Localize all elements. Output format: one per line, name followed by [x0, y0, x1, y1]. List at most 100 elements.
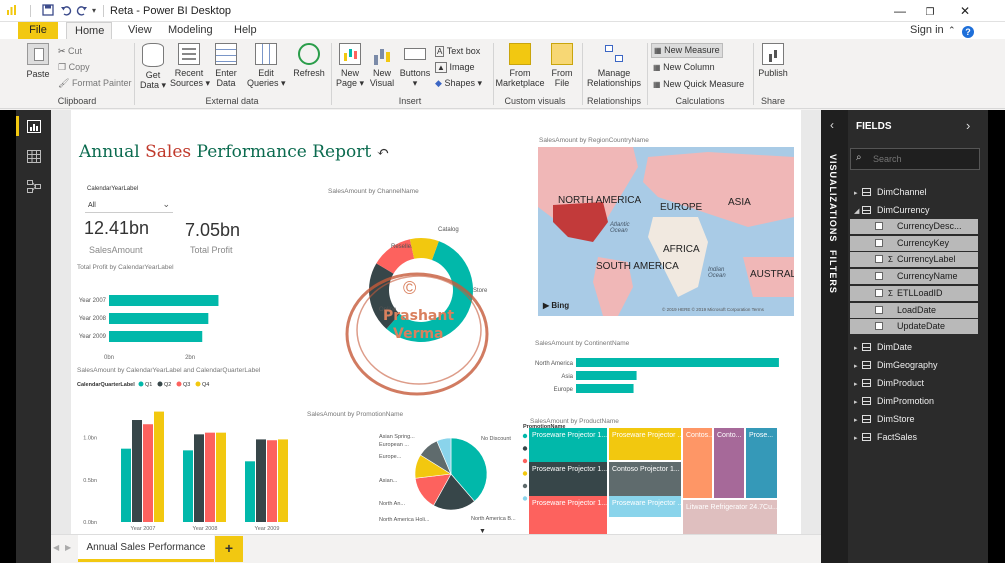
publish-button[interactable]: Publish	[756, 43, 790, 78]
tab-home[interactable]: Home	[66, 22, 112, 39]
field-table-dimdate[interactable]: ▸ DimDate	[848, 339, 988, 355]
back-arrow-icon[interactable]: ↶	[377, 143, 390, 161]
fields-search-box[interactable]: ⌕	[850, 148, 980, 170]
buttons-button[interactable]: Buttons ▾	[398, 43, 432, 88]
product-treemap-tile[interactable]: Proseware Projector 1...	[529, 428, 607, 462]
tab-help[interactable]: Help	[226, 22, 265, 39]
manage-relationships-button[interactable]: Manage Relationships	[585, 43, 643, 88]
cut-button[interactable]: ✂ Cut	[58, 45, 82, 57]
year-slicer-dropdown[interactable]: All ⌄	[85, 198, 173, 213]
field-checkbox[interactable]	[875, 288, 883, 297]
redo-icon[interactable]	[76, 4, 88, 18]
field-checkbox[interactable]	[875, 222, 883, 230]
sign-in-link[interactable]: Sign in	[902, 22, 952, 39]
enter-data-button[interactable]: Enter Data	[211, 43, 241, 88]
field-label: UpdateDate	[897, 321, 946, 332]
visualizations-tab[interactable]: VISUALIZATIONS	[828, 154, 838, 242]
search-input[interactable]	[873, 152, 973, 166]
tab-view[interactable]: View	[120, 22, 160, 39]
slicer-label: CalendarYearLabel	[87, 186, 139, 192]
sales-by-country-map[interactable]: NORTH AMERICA EUROPE ASIA AFRICA SOUTH A…	[538, 147, 794, 316]
field-table-dimstore[interactable]: ▸ DimStore	[848, 411, 988, 427]
from-file-button[interactable]: From File	[548, 43, 576, 88]
field-checkbox[interactable]	[875, 238, 883, 247]
field-table-dimchannel[interactable]: ▸ DimChannel	[848, 184, 988, 200]
product-treemap-tile[interactable]: Proseware Projector 1...	[529, 496, 607, 534]
field-table-dimcurrency[interactable]: ◢ DimCurrency	[848, 202, 988, 218]
sales-by-product-treemap[interactable]: Proseware Projector 1... Proseware Projec…	[529, 428, 779, 534]
enter-data-label: Enter Data	[215, 68, 237, 88]
product-treemap-tile[interactable]: Proseware Projector 1...	[529, 462, 607, 496]
filters-tab[interactable]: FILTERS	[828, 250, 838, 294]
expand-pane-icon[interactable]: ‹	[830, 118, 834, 132]
product-treemap-tile[interactable]: Conto...	[714, 428, 744, 498]
field-table-dimgeography[interactable]: ▸ DimGeography	[848, 357, 988, 373]
new-measure-button[interactable]: ▦ New Measure	[651, 43, 723, 58]
profit-bar-label: Year 2008	[79, 316, 107, 322]
text-box-button[interactable]: A Text box	[435, 45, 480, 58]
image-button[interactable]: ▲ Image	[435, 61, 474, 74]
new-quick-measure-button[interactable]: ▦ New Quick Measure	[653, 78, 744, 91]
tab-scroll-right-icon[interactable]: ▶	[65, 543, 71, 552]
field-table-label: DimDate	[877, 341, 913, 352]
field-currencykey[interactable]: CurrencyKey	[850, 235, 978, 251]
field-currencylabel[interactable]: Σ CurrencyLabel	[850, 252, 978, 268]
data-view-icon[interactable]	[26, 150, 41, 163]
sales-by-continent-chart[interactable]: North America Asia Europe	[526, 355, 796, 400]
format-painter-button[interactable]: 🖌 Format Painter	[58, 77, 131, 89]
new-column-button[interactable]: ▦ New Column	[653, 61, 715, 74]
save-icon[interactable]	[42, 4, 54, 18]
chevron-right-icon: ▸	[854, 190, 858, 197]
product-treemap-tile[interactable]: Proseware Projector ...	[609, 496, 681, 517]
new-visual-label: New Visual	[369, 68, 395, 88]
new-page-button[interactable]: New Page ▾	[335, 43, 365, 88]
field-currencyname[interactable]: CurrencyName	[850, 269, 978, 285]
profit-by-year-chart[interactable]: Year 2007 Year 2008 Year 2009 0bn 2bn	[71, 275, 261, 360]
from-marketplace-button[interactable]: From Marketplace	[495, 43, 545, 88]
field-currencydesc[interactable]: CurrencyDesc...	[850, 219, 978, 234]
shapes-button[interactable]: ◆ Shapes ▾	[435, 77, 482, 89]
field-checkbox[interactable]	[875, 255, 883, 264]
sales-by-year-quarter-chart[interactable]: CalendarQuarterLabel Q1 Q2 Q3 Q4 1.0bn 0.5bn 0.…	[71, 376, 311, 534]
close-button[interactable]: ✕	[945, 0, 985, 22]
refresh-icon	[298, 43, 320, 65]
field-checkbox[interactable]	[875, 272, 883, 281]
field-table-dimproduct[interactable]: ▸ DimProduct	[848, 375, 988, 391]
field-checkbox[interactable]	[875, 322, 883, 331]
field-loaddate[interactable]: LoadDate	[850, 302, 978, 318]
restore-button[interactable]: ❐	[910, 0, 950, 22]
file-menu[interactable]: File	[18, 22, 58, 39]
promotion-legend-dot	[522, 446, 528, 451]
field-checkbox[interactable]	[875, 305, 883, 314]
field-table-dimpromotion[interactable]: ▸ DimPromotion	[848, 393, 988, 409]
recent-sources-button[interactable]: Recent Sources ▾	[170, 43, 210, 88]
add-page-button[interactable]: +	[215, 536, 243, 562]
product-treemap-tile[interactable]: Prose...	[746, 428, 777, 498]
model-view-icon[interactable]	[26, 180, 41, 193]
promotion-legend-dot	[522, 483, 528, 489]
customize-toolbar-icon[interactable]: ▾	[92, 4, 100, 18]
undo-icon[interactable]	[60, 4, 72, 18]
get-data-button[interactable]: Get Data ▾	[138, 43, 168, 90]
profit-axis-tick: 2bn	[185, 355, 195, 360]
paste-button[interactable]: Paste	[22, 43, 54, 79]
product-treemap-tile[interactable]: Proseware Projector ...	[609, 428, 681, 460]
promotion-slice-label: North America Holi...	[379, 517, 430, 523]
collapse-fields-icon[interactable]: ›	[966, 118, 970, 133]
report-view-icon[interactable]	[26, 120, 41, 133]
product-treemap-tile[interactable]: Contos...	[683, 428, 712, 498]
refresh-button[interactable]: Refresh	[292, 43, 326, 78]
field-table-label: DimGeography	[877, 359, 938, 370]
product-treemap-tile[interactable]: Litware Refrigerator 24.7Cu...	[683, 500, 777, 534]
field-etlloadid[interactable]: Σ ETLLoadID	[850, 285, 978, 301]
page-tab-annual-sales[interactable]: Annual Sales Performance	[78, 535, 214, 562]
field-updatedate[interactable]: UpdateDate	[850, 319, 978, 335]
field-table-factsales[interactable]: ▸ FactSales	[848, 429, 988, 445]
collapse-ribbon-icon[interactable]: ⌃	[948, 22, 956, 39]
new-visual-button[interactable]: New Visual	[368, 43, 396, 88]
copy-button[interactable]: ❐ Copy	[58, 61, 90, 73]
product-treemap-tile[interactable]: Contoso Projector 1...	[609, 462, 681, 496]
edit-queries-button[interactable]: Edit Queries ▾	[247, 43, 286, 88]
tab-scroll-left-icon[interactable]: ◀	[53, 543, 59, 552]
tab-modeling[interactable]: Modeling	[160, 22, 221, 39]
